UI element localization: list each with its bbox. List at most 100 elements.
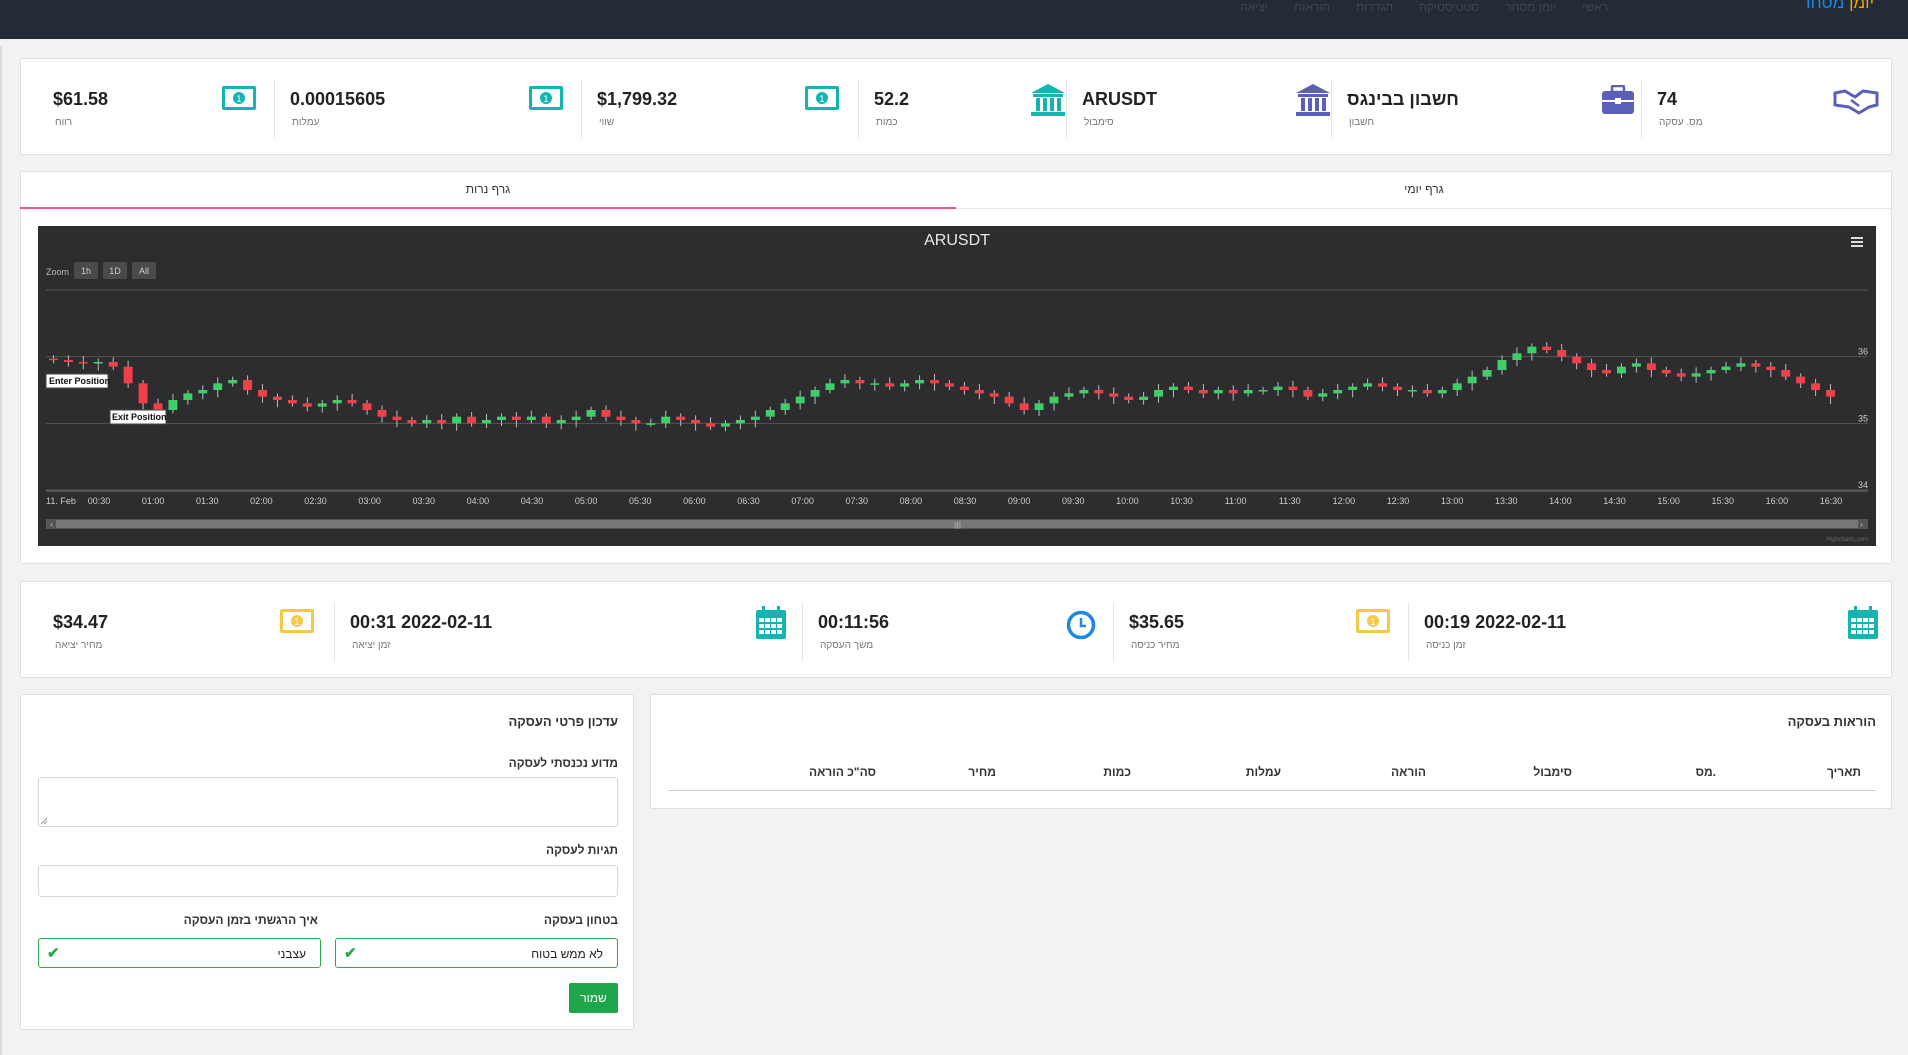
chart-credits[interactable]: Highcharts.com — [1826, 537, 1868, 543]
candle-body — [302, 403, 312, 407]
tab-candles-chart[interactable]: גרף נרות — [20, 171, 956, 209]
handshake-icon — [1833, 89, 1879, 115]
candle-body — [317, 403, 327, 407]
zoom-button-1h[interactable]: 1h — [74, 262, 98, 279]
candle-body — [467, 416, 477, 424]
x-tick-label: 04:30 — [521, 496, 544, 506]
svg-text:‹: ‹ — [50, 520, 53, 529]
candle-body — [183, 393, 193, 400]
check-icon: ✔ — [344, 945, 357, 962]
trade-stats-card: $61.58 רווח 1 0.00015605 עמלות 1 $1,799.… — [20, 58, 1892, 155]
feeling-select[interactable]: עצבני ✔ — [38, 938, 321, 968]
zoom-button-all[interactable]: All — [132, 262, 156, 279]
candle-body — [661, 416, 671, 424]
candle-body — [1736, 363, 1746, 367]
nav-link-stats[interactable]: סטטיסטיקה — [1419, 0, 1479, 14]
nav-link-journal[interactable]: יומן מסחר — [1505, 0, 1556, 14]
zoom-button-1d[interactable]: 1D — [103, 262, 127, 279]
candle-body — [616, 416, 626, 420]
col-number[interactable]: מס. — [1696, 765, 1716, 779]
nav-link-orders[interactable]: הוראות — [1294, 0, 1330, 14]
brand-word-2: מסחר — [1801, 0, 1845, 12]
candle-body — [1602, 370, 1612, 374]
candle-body — [810, 390, 820, 397]
candle-body — [1796, 376, 1806, 384]
candle-body — [795, 396, 805, 404]
svg-text:1: 1 — [236, 95, 242, 105]
money-icon: 1 — [1356, 609, 1390, 633]
candle-body — [765, 410, 775, 417]
candle-body — [676, 416, 686, 420]
col-fees[interactable]: עמלות — [1246, 765, 1281, 779]
chart-navigator-scrollbar[interactable]: ‹ › ||| — [46, 519, 1868, 529]
candle-body — [272, 396, 282, 400]
candlestick-chart[interactable]: ARUSDT Zoom 1h 1D All 34 35 36 11. Feb 00:3… — [38, 226, 1876, 546]
svg-text:Enter Position: Enter Position — [49, 376, 110, 386]
col-date[interactable]: תאריך — [1827, 765, 1861, 779]
tags-input[interactable] — [38, 865, 618, 897]
candle-body — [1482, 370, 1492, 377]
brand-logo[interactable]: יומן מסחר — [1801, 0, 1874, 13]
candle-body — [1049, 396, 1059, 404]
x-tick-label: 05:30 — [629, 496, 652, 506]
nav-link-logout[interactable]: יציאה — [1240, 0, 1268, 14]
candle-body — [168, 400, 178, 410]
stat-label: זמן יציאה — [352, 640, 391, 651]
candle-body — [1392, 386, 1402, 390]
stat-label: חשבון — [1349, 117, 1375, 128]
stat-value: ARUSDT — [1082, 89, 1157, 109]
x-tick-label: 14:00 — [1549, 496, 1572, 506]
feeling-label: איך הרגשתי בזמן העסקה — [183, 913, 318, 927]
x-tick-label: 05:00 — [575, 496, 598, 506]
candle-body — [1557, 350, 1567, 357]
svg-text:|||: ||| — [954, 521, 961, 529]
confidence-label: בטחון בעסקה — [543, 913, 618, 927]
nav-link-home[interactable]: ראשי — [1582, 0, 1608, 14]
stat-worth: $1,799.32 שווי 1 — [581, 59, 858, 154]
col-symbol[interactable]: סימבול — [1533, 765, 1572, 779]
candle-body — [1019, 403, 1029, 410]
col-total[interactable]: סה"כ הוראה — [809, 765, 876, 779]
candle-body — [1273, 386, 1283, 390]
candle-body — [989, 393, 999, 397]
tags-label: תגיות לעסקה — [545, 843, 618, 857]
brand-word-1: יומן — [1849, 0, 1874, 12]
stat-fees: 0.00015605 עמלות 1 — [274, 59, 571, 154]
exit-position-flag: Exit Position — [109, 409, 167, 425]
nav-link-settings[interactable]: הגדרות — [1356, 0, 1393, 14]
stat-profit: $61.58 רווח 1 — [21, 59, 276, 154]
candle-body — [1303, 390, 1313, 397]
col-price[interactable]: מחיר — [968, 765, 996, 779]
confidence-select[interactable]: לא ממש בטוח ✔ — [335, 938, 618, 968]
candle-body — [123, 366, 133, 384]
orders-title: הוראות בעסקה — [1787, 714, 1876, 729]
candle-body — [1512, 353, 1522, 360]
x-tick-label: 07:00 — [791, 496, 814, 506]
resize-handle-icon[interactable] — [40, 817, 48, 825]
col-quantity[interactable]: כמות — [1103, 765, 1131, 779]
candle-body — [1661, 370, 1671, 374]
candle-body — [1034, 403, 1044, 410]
x-tick-label: 11. Feb — [46, 496, 76, 506]
y-tick-label: 35 — [1858, 413, 1868, 423]
why-textarea[interactable] — [38, 777, 618, 827]
x-tick-label: 01:00 — [142, 496, 165, 506]
col-order[interactable]: הוראה — [1391, 765, 1426, 779]
x-tick-label: 07:30 — [845, 496, 868, 506]
bank-icon — [1296, 84, 1330, 116]
menu-icon[interactable] — [1848, 234, 1866, 250]
stat-symbol: ARUSDT סימבול — [1066, 59, 1351, 154]
candle-body — [511, 416, 521, 420]
candle-body — [362, 403, 372, 410]
candle-body — [213, 383, 223, 390]
save-button[interactable]: שמור — [569, 983, 618, 1013]
chart-svg: ARUSDT Zoom 1h 1D All 34 35 36 11. Feb 00:3… — [45, 232, 1868, 543]
candle-body — [78, 362, 88, 364]
why-label: מדוע נכנסתי לעסקה — [508, 756, 618, 770]
x-tick-label: 03:30 — [412, 496, 435, 506]
candle-body — [437, 420, 447, 424]
candle-body — [1168, 386, 1178, 390]
x-tick-label: 12:30 — [1387, 496, 1410, 506]
tab-daily-chart[interactable]: גרף יומי — [956, 171, 1892, 209]
confidence-value: לא ממש בטוח — [531, 947, 603, 961]
